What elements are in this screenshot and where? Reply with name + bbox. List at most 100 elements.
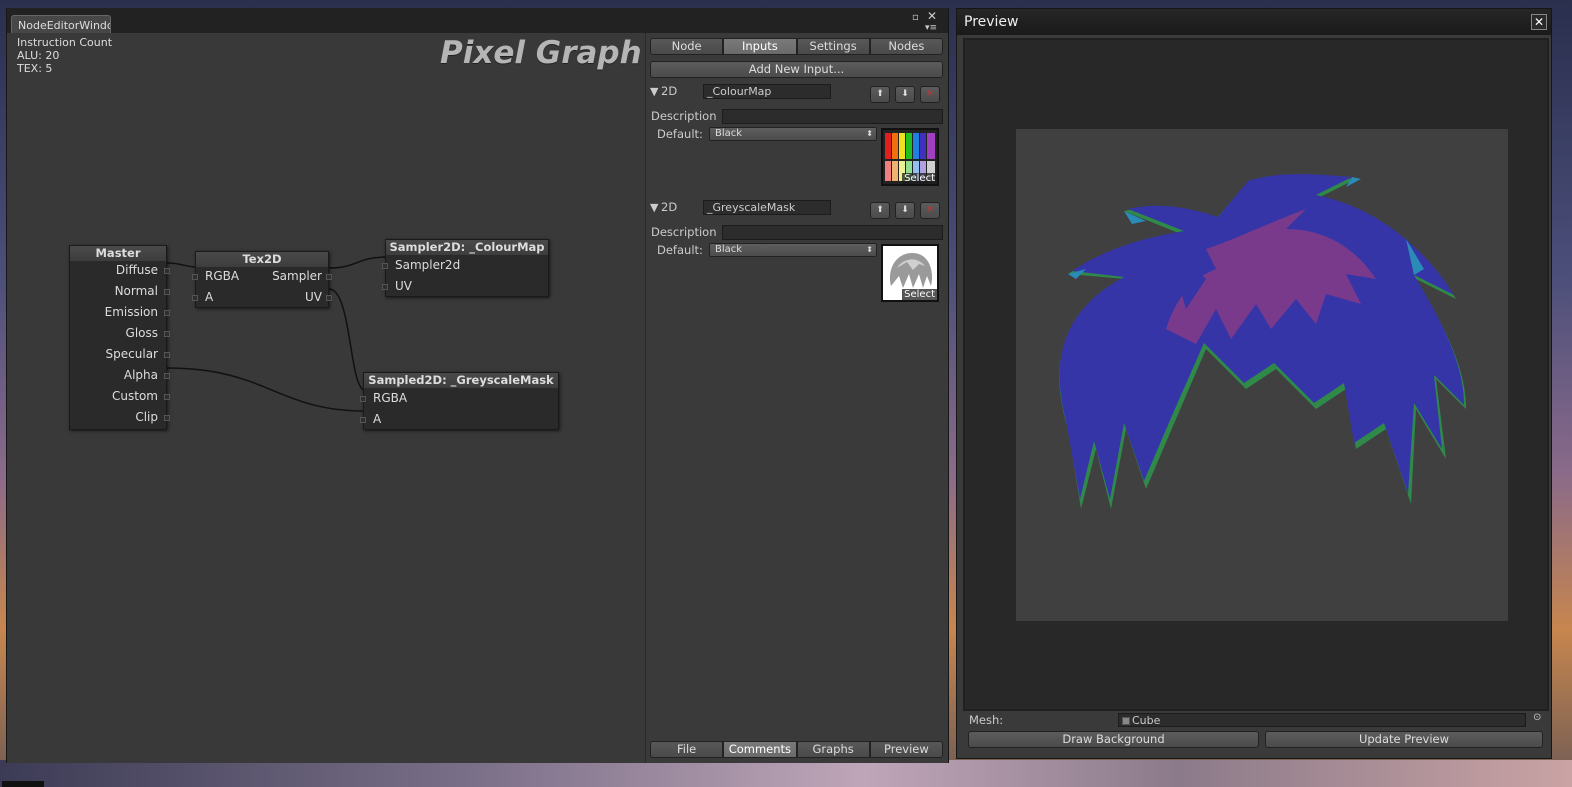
master-custom-knob[interactable] bbox=[164, 394, 170, 400]
node-editor-window: NodeEditorWindow ▫ ✕ ▾≡ Instruction Coun… bbox=[6, 8, 949, 763]
preview-window: Preview ✕ Mesh: Cube ⊙ Draw Background U… bbox=[956, 8, 1552, 759]
update-preview-button[interactable]: Update Preview bbox=[1265, 731, 1543, 748]
master-emission-knob[interactable] bbox=[164, 310, 170, 316]
sampled2d-a-knob[interactable] bbox=[360, 417, 366, 423]
menu-icon[interactable]: ▾≡ bbox=[925, 23, 937, 33]
close-icon[interactable]: ✕ bbox=[1531, 14, 1547, 30]
sampler2d-sampler-knob[interactable] bbox=[382, 263, 388, 269]
preview-mesh-surface bbox=[1016, 129, 1508, 621]
dropdown-arrow-icon: ⬍ bbox=[866, 129, 873, 138]
sampled2d-node-title: Sampled2D: _GreyscaleMask bbox=[364, 373, 558, 388]
master-input-clip[interactable]: Clip bbox=[135, 410, 158, 424]
tab-inputs[interactable]: Inputs bbox=[723, 38, 797, 55]
move-down-icon[interactable]: ⬇ bbox=[895, 86, 915, 103]
wire-diffuse-rgba bbox=[166, 262, 198, 268]
tex2d-input-uv[interactable]: UV bbox=[305, 290, 322, 304]
default-dropdown[interactable]: Black ⬍ bbox=[709, 243, 877, 257]
sampler2d-colourmap-node[interactable]: Sampler2D: _ColourMap Sampler2d UV bbox=[382, 239, 549, 297]
tab-comments[interactable]: Comments bbox=[723, 741, 797, 758]
tab-graphs[interactable]: Graphs bbox=[796, 741, 870, 758]
input-type-label: 2D bbox=[661, 84, 678, 98]
input-name-field[interactable]: _ColourMap bbox=[703, 84, 831, 99]
tex2d-output-rgba[interactable]: RGBA bbox=[205, 269, 239, 283]
mesh-label: Mesh: bbox=[969, 713, 1004, 727]
sampler2d-uv-knob[interactable] bbox=[382, 284, 388, 290]
master-input-alpha[interactable]: Alpha bbox=[124, 368, 158, 382]
editor-titlebar: NodeEditorWindow ▫ ✕ ▾≡ bbox=[7, 8, 948, 33]
draw-background-button[interactable]: Draw Background bbox=[968, 731, 1259, 748]
tex2d-rgba-knob[interactable] bbox=[192, 274, 198, 280]
input-name-field[interactable]: _GreyscaleMask bbox=[703, 200, 831, 215]
default-dropdown[interactable]: Black ⬍ bbox=[709, 127, 877, 141]
master-diffuse-knob[interactable] bbox=[164, 268, 170, 274]
wire-alpha-a bbox=[166, 367, 366, 412]
tex2d-node-title: Tex2D bbox=[196, 252, 328, 267]
delete-icon[interactable]: ✕ bbox=[920, 202, 940, 219]
master-specular-knob[interactable] bbox=[164, 352, 170, 358]
node-graph-canvas[interactable]: Instruction Count ALU: 20 TEX: 5 Pixel G… bbox=[7, 33, 645, 763]
description-field[interactable] bbox=[722, 109, 943, 124]
tab-settings[interactable]: Settings bbox=[796, 38, 870, 55]
sampler2d-output-sampler2d[interactable]: Sampler2d bbox=[395, 258, 460, 272]
select-texture-button[interactable]: Select bbox=[902, 173, 937, 184]
master-clip-knob[interactable] bbox=[164, 415, 170, 421]
description-label: Description bbox=[651, 109, 717, 123]
object-picker-icon[interactable]: ⊙ bbox=[1533, 712, 1541, 723]
master-node-title: Master bbox=[70, 246, 166, 261]
hair-render bbox=[1059, 174, 1466, 509]
top-tab-bar: Node Inputs Settings Nodes bbox=[650, 38, 943, 55]
wire-sampler bbox=[328, 256, 388, 269]
preview-title: Preview bbox=[964, 14, 1019, 30]
greyscalemask-texture-thumbnail[interactable]: Select bbox=[881, 244, 939, 302]
preview-viewport[interactable] bbox=[963, 38, 1549, 711]
master-input-normal[interactable]: Normal bbox=[115, 284, 158, 298]
mesh-object-icon bbox=[1122, 717, 1130, 725]
move-down-icon[interactable]: ⬇ bbox=[895, 202, 915, 219]
default-dropdown-value: Black bbox=[715, 128, 743, 139]
master-gloss-knob[interactable] bbox=[164, 331, 170, 337]
select-texture-button[interactable]: Select bbox=[902, 289, 937, 300]
master-input-custom[interactable]: Custom bbox=[112, 389, 158, 403]
close-icon[interactable]: ✕ bbox=[927, 10, 937, 22]
description-field[interactable] bbox=[722, 225, 943, 240]
master-input-gloss[interactable]: Gloss bbox=[126, 326, 158, 340]
mesh-object-field[interactable]: Cube bbox=[1118, 713, 1526, 727]
master-input-diffuse[interactable]: Diffuse bbox=[116, 263, 158, 277]
tab-nodes[interactable]: Nodes bbox=[869, 38, 943, 55]
maximize-icon[interactable]: ▫ bbox=[912, 13, 919, 23]
editor-window-tab[interactable]: NodeEditorWindow bbox=[11, 15, 111, 33]
tab-node[interactable]: Node bbox=[650, 38, 724, 55]
tab-file[interactable]: File bbox=[650, 741, 724, 758]
inspector-panel: Node Inputs Settings Nodes Add New Input… bbox=[645, 33, 948, 763]
default-label: Default: bbox=[657, 243, 703, 257]
tex2d-sampler-knob[interactable] bbox=[326, 274, 332, 280]
colourmap-texture-thumbnail[interactable]: Select bbox=[881, 128, 939, 186]
bottom-tab-bar: File Comments Graphs Preview bbox=[650, 741, 943, 758]
tex2d-input-sampler[interactable]: Sampler bbox=[272, 269, 322, 283]
default-label: Default: bbox=[657, 127, 703, 141]
desktop-background bbox=[0, 760, 1572, 787]
taskbar-edge bbox=[2, 781, 44, 787]
sampled2d-output-a[interactable]: A bbox=[373, 412, 381, 426]
tex2d-output-a[interactable]: A bbox=[205, 290, 213, 304]
move-up-icon[interactable]: ⬆ bbox=[870, 86, 890, 103]
tex2d-node[interactable]: Tex2D RGBA A Sampler UV bbox=[192, 251, 332, 308]
add-new-input-button[interactable]: Add New Input... bbox=[650, 61, 943, 78]
tab-preview[interactable]: Preview bbox=[869, 741, 943, 758]
master-input-emission[interactable]: Emission bbox=[105, 305, 158, 319]
master-node[interactable]: Master Diffuse Normal Emission Gloss Spe… bbox=[69, 245, 170, 430]
master-alpha-knob[interactable] bbox=[164, 373, 170, 379]
master-input-specular[interactable]: Specular bbox=[106, 347, 158, 361]
tex2d-uv-knob[interactable] bbox=[326, 295, 332, 301]
sampled2d-output-rgba[interactable]: RGBA bbox=[373, 391, 407, 405]
foldout-arrow-icon[interactable]: ▼ bbox=[650, 201, 658, 214]
master-normal-knob[interactable] bbox=[164, 289, 170, 295]
foldout-arrow-icon[interactable]: ▼ bbox=[650, 85, 658, 98]
sampled2d-rgba-knob[interactable] bbox=[360, 396, 366, 402]
tex2d-a-knob[interactable] bbox=[192, 295, 198, 301]
move-up-icon[interactable]: ⬆ bbox=[870, 202, 890, 219]
delete-icon[interactable]: ✕ bbox=[920, 86, 940, 103]
sampler2d-node-title: Sampler2D: _ColourMap bbox=[386, 240, 548, 255]
sampler2d-output-uv[interactable]: UV bbox=[395, 279, 412, 293]
sampled2d-greyscalemask-node[interactable]: Sampled2D: _GreyscaleMask RGBA A bbox=[360, 372, 559, 430]
